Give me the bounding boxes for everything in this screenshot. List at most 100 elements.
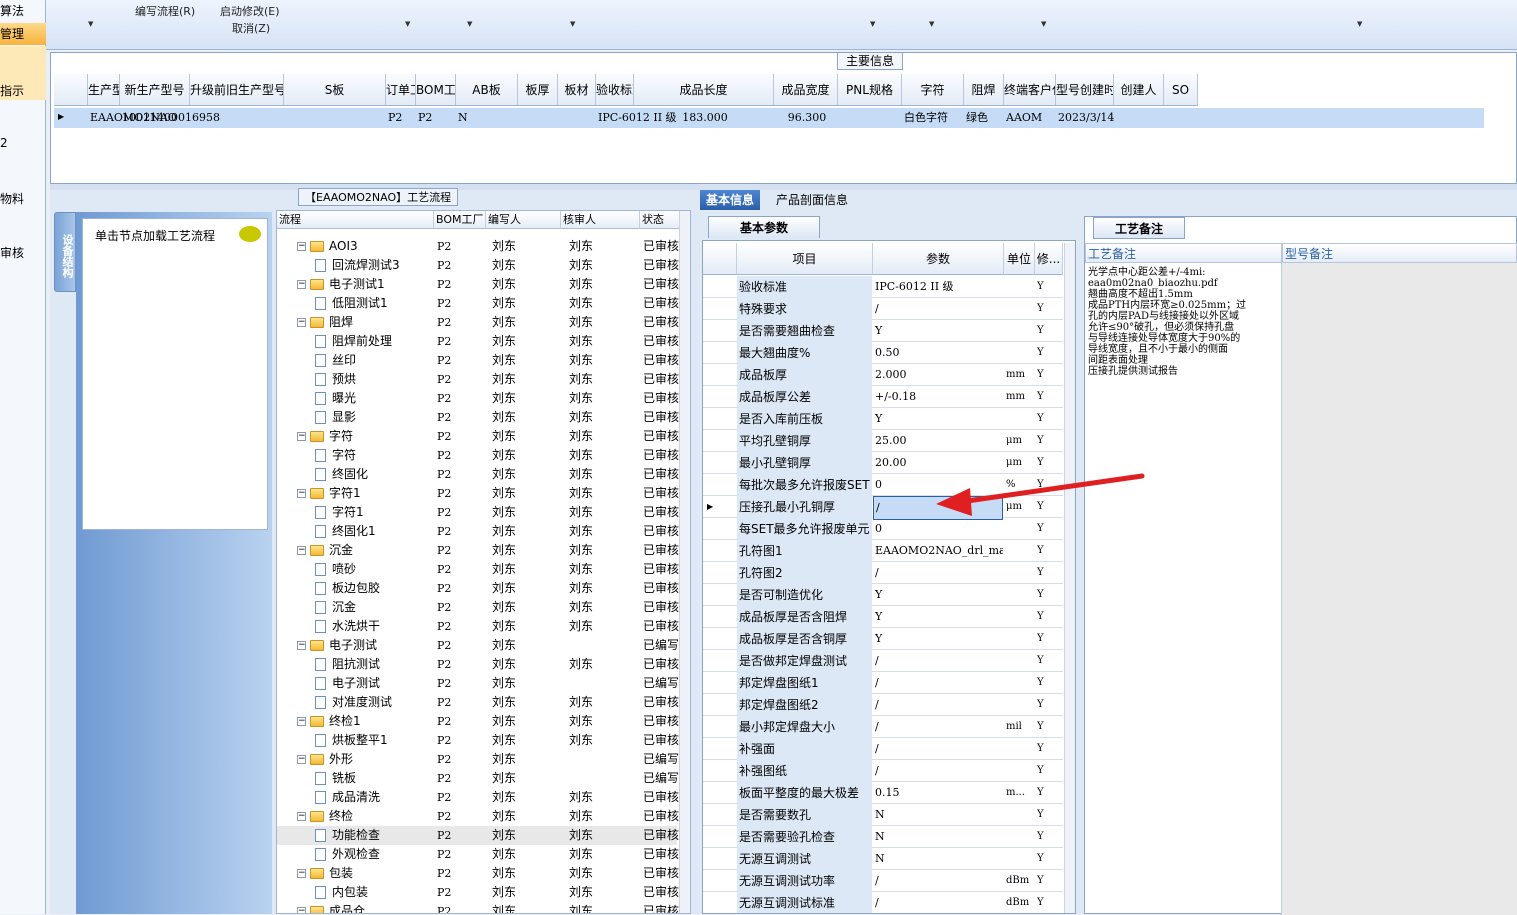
process-notes-cell[interactable]: 光学点中心距公差+/-4mi: eaa0m02na0_biaozhu.pdf 翘曲高… [1085,263,1282,915]
col-header-unit[interactable]: 单位 [1004,243,1035,275]
tree-row[interactable]: 沉金 P2 刘东 刘东 已审核 [277,598,679,617]
table-cell[interactable]: AAOM [1006,108,1056,128]
param-value[interactable]: / [873,716,1003,738]
col-header[interactable]: 成品宽度 [774,74,838,106]
col-header[interactable]: 阻焊 [964,74,1004,106]
col-header[interactable]: 生产型号 [88,74,120,106]
tree-row[interactable]: − 电子测试1 P2 刘东 刘东 已审核 [277,275,679,294]
col-header[interactable]: 字符 [902,74,964,106]
col-header[interactable]: 型号创建时间 [1056,74,1114,106]
tree-row[interactable]: 曝光 P2 刘东 刘东 已审核 [277,389,679,408]
chevron-down-icon[interactable]: ▼ [870,20,875,28]
param-value[interactable]: / [873,738,1003,760]
tree-row[interactable]: 终固化 P2 刘东 刘东 已审核 [277,465,679,484]
param-value[interactable]: Y [873,628,1003,650]
tree-row[interactable]: − 包装 P2 刘东 刘东 已审核 [277,864,679,883]
collapse-icon[interactable]: − [297,755,306,764]
tree-row[interactable]: − 字符 P2 刘东 刘东 已审核 [277,427,679,446]
table-cell[interactable]: 白色字符 [904,108,964,128]
col-header[interactable]: 成品长度 [634,74,774,106]
param-row[interactable]: 孔符图1EAAOMO2NAO_drl_map... Y [703,540,1063,562]
start-modify-button[interactable]: 启动修改(E) [220,3,280,19]
param-value[interactable]: Y [873,584,1003,606]
param-row[interactable]: 验收标准 IPC-6012 II 级 Y [703,276,1063,298]
tree-row[interactable]: 喷砂 P2 刘东 刘东 已审核 [277,560,679,579]
tree-row[interactable]: 阻焊前处理 P2 刘东 刘东 已审核 [277,332,679,351]
tree-row[interactable]: 水洗烘干 P2 刘东 刘东 已审核 [277,617,679,636]
param-row[interactable]: 无源互调测试标准 / dBm Y [703,892,1063,913]
param-row[interactable]: 是否入库前压板 Y Y [703,408,1063,430]
tree-row[interactable]: − 终检1 P2 刘东 刘东 已审核 [277,712,679,731]
table-cell[interactable]: N [458,108,518,128]
col-header[interactable]: BOM工厂 [416,74,456,106]
param-row[interactable]: 是否做邦定焊盘测试 / Y [703,650,1063,672]
collapse-icon[interactable]: − [297,546,306,555]
tab-basic-params[interactable]: 基本参数 [708,216,820,238]
param-row[interactable]: 补强图纸 / Y [703,760,1063,782]
param-row[interactable]: 板面平整度的最大极差 0.15 m... Y [703,782,1063,804]
tree-row[interactable]: 铣板 P2 刘东 已编写 [277,769,679,788]
col-header[interactable]: SO [1164,74,1198,106]
model-notes-cell[interactable] [1282,263,1517,915]
tab-process-notes[interactable]: 工艺备注 [1093,217,1185,239]
param-row[interactable]: 孔符图2/ Y [703,562,1063,584]
nav-item-algo[interactable]: 算法 [0,2,24,19]
param-row[interactable]: 无源互调测试 N Y [703,848,1063,870]
param-value[interactable]: N [873,804,1003,826]
collapse-icon[interactable]: − [297,812,306,821]
tree-row[interactable]: 阻抗测试 P2 刘东 刘东 已审核 [277,655,679,674]
tree-row[interactable]: 烘板整平1 P2 刘东 刘东 已审核 [277,731,679,750]
param-row[interactable]: 无源互调测试功率 / dBm Y [703,870,1063,892]
tree-row[interactable]: − 字符1 P2 刘东 刘东 已审核 [277,484,679,503]
col-header[interactable]: 新生产型号 [120,74,190,106]
collapse-icon[interactable]: − [297,318,306,327]
col-header[interactable]: S板 [284,74,386,106]
param-row[interactable]: 每SET最多允许报废单元 0 Y [703,518,1063,540]
tree-row[interactable]: − 阻焊 P2 刘东 刘东 已审核 [277,313,679,332]
tab-basic-info[interactable]: 基本信息 [700,190,761,210]
param-row[interactable]: 成品板厚是否含阻焊 Y Y [703,606,1063,628]
tree-row[interactable]: 低阻测试1 P2 刘东 刘东 已审核 [277,294,679,313]
chevron-down-icon[interactable]: ▼ [405,20,410,28]
param-row[interactable]: 平均孔壁铜厚 25.00 μm Y [703,430,1063,452]
tree-row[interactable]: 成品清洗 P2 刘东 刘东 已审核 [277,788,679,807]
collapse-icon[interactable]: − [297,280,306,289]
collapse-icon[interactable]: − [297,717,306,726]
tree-row[interactable]: 预烘 P2 刘东 刘东 已审核 [277,370,679,389]
col-header[interactable]: 升级前旧生产型号 [190,74,284,106]
param-value[interactable]: / [873,760,1003,782]
param-row[interactable]: 成品板厚 2.000 mm Y [703,364,1063,386]
col-header-writer[interactable]: 编写人 [486,211,561,229]
col-header-bom[interactable]: BOM工厂 [434,211,486,229]
tree-row[interactable]: 内包装 P2 刘东 刘东 已审核 [277,883,679,902]
tree-row[interactable]: 外观检查 P2 刘东 刘东 已审核 [277,845,679,864]
table-cell[interactable] [192,108,284,128]
chevron-down-icon[interactable]: ▼ [88,20,93,28]
param-value[interactable]: / [873,298,1003,320]
table-cell[interactable]: EAAOMO2NAO [90,108,177,128]
col-header[interactable]: 验收标准 [596,74,634,106]
col-header[interactable]: AB板 [456,74,518,106]
nav-item-material[interactable]: 物料 [0,190,24,207]
write-flow-button[interactable]: 编写流程(R) [135,3,195,19]
col-header[interactable]: 创建人 [1114,74,1164,106]
tree-scrollbar[interactable] [679,211,690,913]
col-header[interactable]: 订单工厂 [386,74,416,106]
param-row[interactable]: 特殊要求 / Y [703,298,1063,320]
table-cell[interactable] [560,108,596,128]
param-row[interactable]: 邦定焊盘图纸1/ Y [703,672,1063,694]
table-cell[interactable] [1116,108,1164,128]
params-scrollbar[interactable] [1064,243,1075,913]
param-value[interactable]: IPC-6012 II 级 [873,276,1003,298]
table-cell[interactable]: P2 [388,108,416,128]
table-cell[interactable]: 183.000 [636,108,774,128]
tree-row[interactable]: − 终检 P2 刘东 刘东 已审核 [277,807,679,826]
tree-row[interactable]: 对准度测试 P2 刘东 刘东 已审核 [277,693,679,712]
nav-item-indicate[interactable]: 指示 [0,46,46,100]
param-row[interactable]: 邦定焊盘图纸2/ Y [703,694,1063,716]
param-row[interactable]: 是否需要翘曲检查 Y Y [703,320,1063,342]
chevron-down-icon[interactable]: ▼ [467,20,472,28]
tree-row[interactable]: 丝印 P2 刘东 刘东 已审核 [277,351,679,370]
param-value[interactable]: Y [873,320,1003,342]
param-row[interactable]: 成品板厚公差 +/-0.18 mm Y [703,386,1063,408]
